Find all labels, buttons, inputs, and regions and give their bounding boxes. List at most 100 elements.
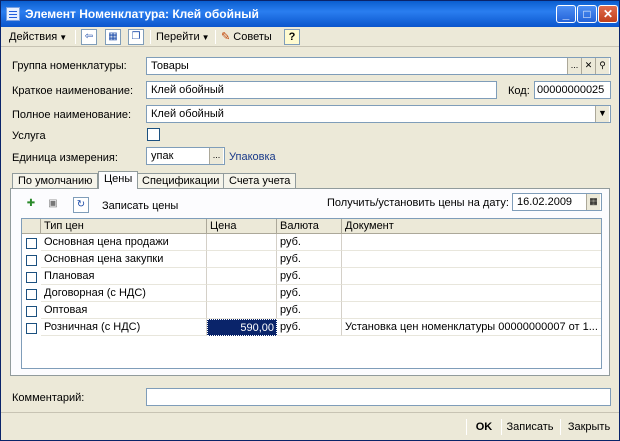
open-icon[interactable]: ⚲ (595, 58, 609, 74)
save-prices-button[interactable]: Записать цены (102, 200, 178, 212)
toolbar-divider (75, 30, 76, 44)
tips-button[interactable]: ✎ Советы (221, 29, 272, 45)
toolbar: Действия ▼ ⇦ ▦ ❐ Перейти ▼ ✎ Советы ? (1, 27, 619, 47)
actions-menu-label: Действия (9, 31, 58, 43)
full-name-value: Клей обойный (151, 108, 224, 120)
actions-menu[interactable]: Действия ▼ (9, 29, 67, 45)
code-field[interactable]: 00000000025 (534, 81, 611, 99)
price-cell[interactable] (207, 268, 277, 285)
comment-field[interactable] (146, 388, 611, 406)
group-field[interactable]: Товары ... ✕ ⚲ (146, 57, 611, 75)
price-cell[interactable] (207, 285, 277, 302)
short-name-label: Краткое наименование: (12, 85, 134, 97)
price-cell-selected[interactable]: 590,00 (207, 319, 277, 336)
toolbar-divider (150, 30, 151, 44)
currency-cell: руб. (277, 319, 342, 336)
document-cell[interactable] (342, 234, 601, 251)
column-header-document[interactable]: Документ (342, 219, 601, 234)
clear-icon[interactable]: ✕ (581, 58, 595, 74)
group-label: Группа номенклатуры: (12, 60, 127, 72)
row-checkbox[interactable] (26, 306, 37, 317)
document-cell[interactable] (342, 285, 601, 302)
row-checkbox[interactable] (26, 289, 37, 300)
tab-accounts[interactable]: Счета учета (223, 173, 297, 189)
full-name-label: Полное наименование: (12, 109, 132, 121)
checkbox-column-header (22, 219, 41, 234)
footer-bar: OK Записать Закрыть (1, 412, 619, 440)
full-name-field[interactable]: Клей обойный ▼ (146, 105, 611, 123)
structure-icon[interactable]: ▦ (105, 29, 121, 45)
chevron-down-icon: ▼ (59, 33, 68, 42)
service-label: Услуга (12, 130, 46, 142)
document-cell[interactable]: Установка цен номенклатуры 00000000007 о… (342, 319, 601, 336)
save-button[interactable]: Записать (505, 418, 555, 436)
price-type-cell: Розничная (с НДС) (41, 319, 207, 336)
back-arrow-icon[interactable]: ⇦ (81, 29, 97, 45)
refresh-icon[interactable]: ↻ (73, 197, 89, 213)
tab-prices[interactable]: Цены (98, 171, 139, 189)
currency-cell: руб. (277, 302, 342, 319)
unit-field[interactable]: упак ... (146, 147, 225, 165)
tab-default[interactable]: По умолчанию (12, 173, 99, 189)
minimize-button[interactable]: _ (556, 5, 576, 23)
comment-label: Комментарий: (12, 392, 85, 404)
price-type-cell: Основная цена закупки (41, 251, 207, 268)
price-type-cell: Плановая (41, 268, 207, 285)
price-cell[interactable] (207, 302, 277, 319)
prices-table[interactable]: Тип цен Цена Валюта Документ Основная це… (21, 218, 602, 369)
column-header-price-type[interactable]: Тип цен (41, 219, 207, 234)
select-button[interactable]: ... (209, 148, 223, 164)
unit-label: Единица измерения: (12, 152, 118, 164)
help-button[interactable]: ? (284, 29, 300, 45)
item-window: Элемент Номенклатура: Клей обойный _ □ ✕… (0, 0, 620, 441)
document-icon (6, 7, 20, 21)
date-field[interactable]: 16.02.2009 ▦ (512, 193, 602, 211)
goto-menu[interactable]: Перейти ▼ (156, 29, 210, 45)
chevron-down-icon[interactable]: ▼ (595, 106, 609, 122)
footer-divider (560, 419, 561, 435)
short-name-value: Клей обойный (151, 84, 224, 96)
column-header-currency[interactable]: Валюта (277, 219, 342, 234)
code-label: Код: (508, 85, 530, 97)
group-value: Товары (151, 60, 189, 72)
table-header: Тип цен Цена Валюта Документ (22, 219, 601, 234)
document-cell[interactable] (342, 268, 601, 285)
unit-link[interactable]: Упаковка (229, 151, 276, 163)
title-bar[interactable]: Элемент Номенклатура: Клей обойный _ □ ✕ (1, 1, 619, 27)
unit-value: упак (151, 150, 174, 162)
document-cell[interactable] (342, 251, 601, 268)
footer-divider (501, 419, 502, 435)
row-checkbox[interactable] (26, 323, 37, 334)
window-title: Элемент Номенклатура: Клей обойный (25, 7, 259, 21)
row-checkbox[interactable] (26, 238, 37, 249)
currency-cell: руб. (277, 251, 342, 268)
copy-icon[interactable]: ❐ (128, 29, 144, 45)
price-type-cell: Оптовая (41, 302, 207, 319)
date-value: 16.02.2009 (517, 196, 573, 208)
currency-cell: руб. (277, 234, 342, 251)
short-name-field[interactable]: Клей обойный (146, 81, 497, 99)
tab-specifications[interactable]: Спецификации (136, 173, 226, 189)
currency-cell: руб. (277, 268, 342, 285)
row-checkbox[interactable] (26, 255, 37, 266)
price-type-cell: Основная цена продажи (41, 234, 207, 251)
price-cell[interactable] (207, 251, 277, 268)
close-button[interactable]: Закрыть (565, 418, 613, 436)
currency-cell: руб. (277, 285, 342, 302)
select-button[interactable]: ... (567, 58, 581, 74)
footer-divider (466, 419, 467, 435)
save-price-icon[interactable]: ▣ (45, 197, 61, 213)
row-checkbox[interactable] (26, 272, 37, 283)
goto-menu-label: Перейти (156, 31, 200, 43)
code-value: 00000000025 (537, 84, 605, 96)
price-cell[interactable] (207, 234, 277, 251)
document-cell[interactable] (342, 302, 601, 319)
ok-button[interactable]: OK (471, 418, 497, 436)
service-checkbox[interactable] (147, 128, 160, 141)
column-header-price[interactable]: Цена (207, 219, 277, 234)
calendar-icon[interactable]: ▦ (586, 194, 600, 210)
add-price-icon[interactable]: ✚ (23, 197, 39, 213)
tips-icon: ✎ (221, 31, 231, 43)
maximize-button[interactable]: □ (577, 5, 597, 23)
close-window-button[interactable]: ✕ (598, 5, 618, 23)
